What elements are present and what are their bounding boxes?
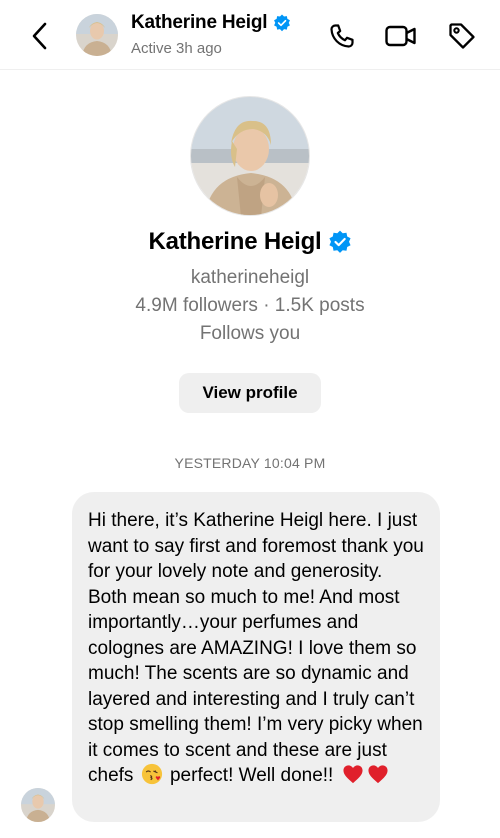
message-text: Hi there, it’s Katherine Heigl here. I j… bbox=[88, 508, 426, 789]
profile-avatar[interactable] bbox=[190, 96, 310, 216]
profile-stats: 4.9M followers · 1.5K posts bbox=[135, 295, 365, 316]
profile-username: katherineheigl bbox=[190, 267, 310, 288]
verified-badge-icon bbox=[328, 230, 351, 253]
face-blowing-kiss-icon bbox=[141, 763, 162, 785]
sender-avatar[interactable] bbox=[21, 788, 55, 822]
red-heart-icon bbox=[368, 765, 388, 784]
message-text-part: perfect! Well done!! bbox=[169, 765, 334, 786]
verified-badge-icon bbox=[274, 14, 291, 32]
label-button[interactable] bbox=[444, 18, 480, 54]
active-status: Active 3h ago bbox=[131, 40, 222, 57]
profile-header: Katherine Heigl bbox=[0, 228, 500, 256]
follows-you-label: Follows you bbox=[199, 323, 301, 344]
message-bubble[interactable]: Hi there, it’s Katherine Heigl here. I j… bbox=[72, 492, 440, 822]
tag-icon bbox=[449, 23, 475, 49]
view-profile-button[interactable]: View profile bbox=[179, 373, 321, 413]
message-timestamp: YESTERDAY 10:04 PM bbox=[174, 455, 326, 471]
call-button[interactable] bbox=[324, 18, 360, 54]
video-camera-icon bbox=[385, 25, 416, 47]
profile-name: Katherine Heigl bbox=[148, 228, 322, 255]
red-heart-icon bbox=[343, 765, 363, 784]
header-title[interactable]: Katherine Heigl bbox=[131, 12, 291, 34]
chat-header: Katherine Heigl Active 3h ago bbox=[0, 0, 500, 70]
message-text-part: Hi there, it’s Katherine Heigl here. I j… bbox=[88, 510, 424, 786]
chevron-left-icon bbox=[32, 22, 47, 50]
phone-icon bbox=[330, 24, 354, 48]
video-call-button[interactable] bbox=[383, 18, 419, 54]
contact-name: Katherine Heigl bbox=[131, 12, 268, 33]
header-avatar[interactable] bbox=[76, 14, 118, 56]
back-button[interactable] bbox=[22, 18, 58, 54]
